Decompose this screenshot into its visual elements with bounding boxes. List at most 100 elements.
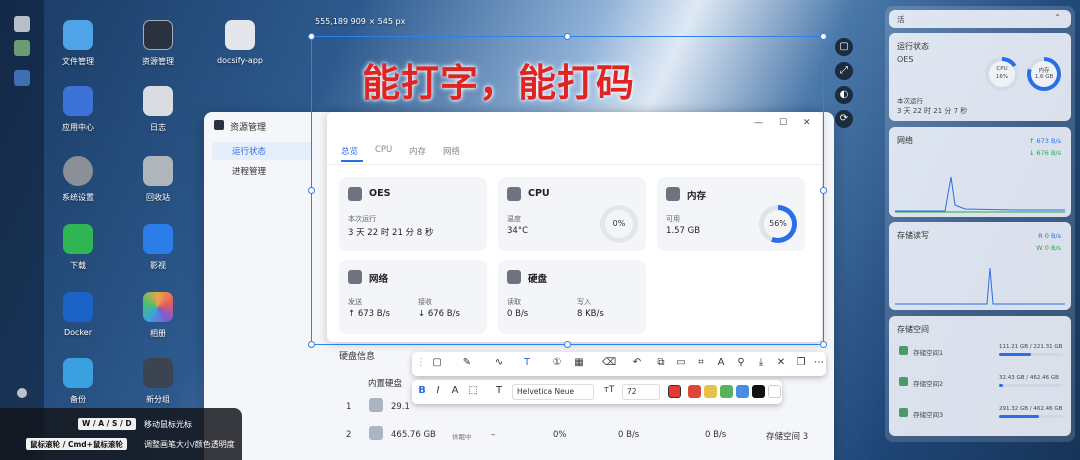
nav-item-status[interactable]: 运行状态 bbox=[212, 142, 312, 160]
disk-icon bbox=[369, 398, 383, 412]
rectangle-icon[interactable]: ▢ bbox=[430, 357, 444, 368]
pen-icon[interactable]: ✎ bbox=[460, 357, 474, 368]
widget-storage-space: 存储空间 存储空间1 111.21 GB / 221.31 GB 存储空间2 3… bbox=[889, 316, 1071, 436]
desktop-icon-app-center[interactable]: 应用中心 bbox=[42, 86, 114, 133]
desktop-icon-photos[interactable]: 相册 bbox=[122, 292, 194, 339]
curve-icon[interactable]: ∿ bbox=[492, 357, 506, 368]
nav-item-processes[interactable]: 进程管理 bbox=[212, 162, 312, 180]
counter-icon[interactable]: ① bbox=[550, 357, 564, 368]
close-icon[interactable]: ✕ bbox=[774, 357, 788, 368]
monitor-icon[interactable] bbox=[14, 16, 30, 32]
resize-handle[interactable] bbox=[308, 341, 315, 348]
text-tool-icon[interactable]: T bbox=[520, 357, 534, 368]
desktop-icon-resource-manager[interactable]: 资源管理 bbox=[122, 20, 194, 67]
color-swatch-red-selected[interactable] bbox=[668, 385, 681, 398]
desktop-icon-trash[interactable]: 回收站 bbox=[122, 156, 194, 203]
translate-icon[interactable]: A bbox=[714, 357, 728, 368]
refresh-icon[interactable]: ⟳ bbox=[835, 110, 853, 128]
backup-icon bbox=[63, 358, 93, 388]
widget-header: 活 ⌃ bbox=[889, 10, 1071, 28]
resize-handle[interactable] bbox=[820, 33, 827, 40]
desktop-icon-settings[interactable]: 系统设置 bbox=[42, 156, 114, 203]
store-icon bbox=[63, 86, 93, 116]
record-icon[interactable]: ▭ bbox=[674, 357, 688, 368]
mosaic-icon[interactable]: ▦ bbox=[572, 357, 586, 368]
read-line bbox=[895, 267, 1065, 305]
undo-icon[interactable]: ↶ bbox=[630, 357, 644, 368]
shortcut-description: 移动鼠标光标 bbox=[144, 420, 192, 429]
scroll-capture-icon[interactable]: ⧉ bbox=[654, 357, 668, 368]
desktop-icon-new-group[interactable]: 新分组 bbox=[122, 358, 194, 405]
text-style-toolbar: B I A ⬚ T Helvetica Neue тT 72 bbox=[412, 380, 782, 404]
drag-handle-icon[interactable]: ⋮ bbox=[414, 357, 428, 368]
folder-icon bbox=[63, 20, 93, 50]
desktop-icon-file-manager[interactable]: 文件管理 bbox=[42, 20, 114, 67]
memory-gauge: 内存 1.6 GB bbox=[1027, 57, 1061, 91]
font-family-select[interactable]: Helvetica Neue bbox=[512, 384, 594, 400]
ocr-icon[interactable]: ⌗ bbox=[694, 357, 708, 368]
color-swatch-yellow[interactable] bbox=[704, 385, 717, 398]
desktop-icon-video[interactable]: 影视 bbox=[122, 224, 194, 271]
contrast-icon[interactable]: ◐ bbox=[835, 86, 853, 104]
resize-handle[interactable] bbox=[308, 33, 315, 40]
app-icon[interactable] bbox=[14, 40, 30, 56]
disk-section-title: 硬盘信息 bbox=[339, 352, 376, 362]
widget-storage-rw: 存储读写 R 0 B/s W 0 B/s bbox=[889, 222, 1071, 310]
disk-icon bbox=[369, 426, 383, 440]
collapse-icon[interactable]: ⌃ bbox=[1054, 13, 1061, 22]
eraser-icon[interactable]: ⌫ bbox=[602, 357, 616, 368]
video-icon bbox=[143, 224, 173, 254]
left-dock bbox=[0, 0, 44, 460]
resize-handle[interactable] bbox=[564, 341, 571, 348]
text-icon[interactable]: T bbox=[492, 385, 506, 396]
resize-icon[interactable]: ⤢ bbox=[835, 62, 853, 80]
storage-bar bbox=[999, 415, 1063, 418]
annotation-text[interactable]: 能打字，能打码 bbox=[362, 52, 635, 107]
storage-icon bbox=[899, 346, 908, 355]
font-grow-icon[interactable]: A bbox=[448, 385, 462, 396]
desktop-icon-docker[interactable]: Docker bbox=[42, 292, 114, 337]
docker-icon bbox=[63, 292, 93, 322]
bold-icon[interactable]: B bbox=[415, 385, 429, 396]
italic-icon[interactable]: I bbox=[431, 385, 445, 396]
window-title: 资源管理 bbox=[230, 123, 267, 133]
color-swatch-black[interactable] bbox=[752, 385, 765, 398]
font-size-icon: тT bbox=[603, 385, 615, 395]
pulse-icon bbox=[143, 20, 173, 50]
clock-icon[interactable] bbox=[14, 70, 30, 86]
copy-icon[interactable]: ❐ bbox=[794, 357, 808, 368]
upload-line bbox=[895, 176, 1065, 212]
download-icon bbox=[63, 224, 93, 254]
resize-handle[interactable] bbox=[820, 341, 827, 348]
desktop-icon-log[interactable]: 日志 bbox=[122, 86, 194, 133]
desktop-icon-docsify[interactable]: docsify-app bbox=[204, 20, 276, 65]
color-swatch-white[interactable] bbox=[768, 385, 781, 398]
storage-icon bbox=[899, 408, 908, 417]
desktop-icon-download[interactable]: 下载 bbox=[42, 224, 114, 271]
network-sparkline bbox=[895, 176, 1065, 213]
resize-handle[interactable] bbox=[308, 187, 315, 194]
shortcut-key: 鼠标滚轮 / Cmd+鼠标滚轮 bbox=[26, 438, 127, 450]
color-swatch-blue[interactable] bbox=[736, 385, 749, 398]
pulse-icon bbox=[214, 120, 224, 130]
storage-bar bbox=[999, 353, 1063, 356]
pin-icon[interactable]: ⚲ bbox=[734, 357, 748, 368]
table-row[interactable]: 2 465.76 GB 休眠中 – 0% 0 B/s 0 B/s 存储空间 3 bbox=[339, 420, 819, 450]
cpu-gauge: CPU 16% bbox=[985, 57, 1019, 91]
log-icon bbox=[143, 86, 173, 116]
desktop-icon-backup[interactable]: 备份 bbox=[42, 358, 114, 405]
storage-icon bbox=[899, 377, 908, 386]
resize-handle[interactable] bbox=[564, 33, 571, 40]
document-icon bbox=[225, 20, 255, 50]
crop-icon[interactable]: ▢ bbox=[835, 38, 853, 56]
color-swatch-red[interactable] bbox=[688, 385, 701, 398]
more-icon[interactable]: ⋯ bbox=[812, 357, 826, 368]
shortcut-hint-panel: W / A / S / D 移动鼠标光标 鼠标滚轮 / Cmd+鼠标滚轮 调整画… bbox=[0, 408, 242, 460]
text-box-icon[interactable]: ⬚ bbox=[466, 385, 480, 396]
font-size-select[interactable]: 72 bbox=[622, 384, 660, 400]
save-icon[interactable]: ⤓ bbox=[754, 357, 768, 368]
trash-icon bbox=[143, 156, 173, 186]
info-icon[interactable] bbox=[17, 388, 27, 398]
color-swatch-green[interactable] bbox=[720, 385, 733, 398]
resize-handle[interactable] bbox=[820, 187, 827, 194]
